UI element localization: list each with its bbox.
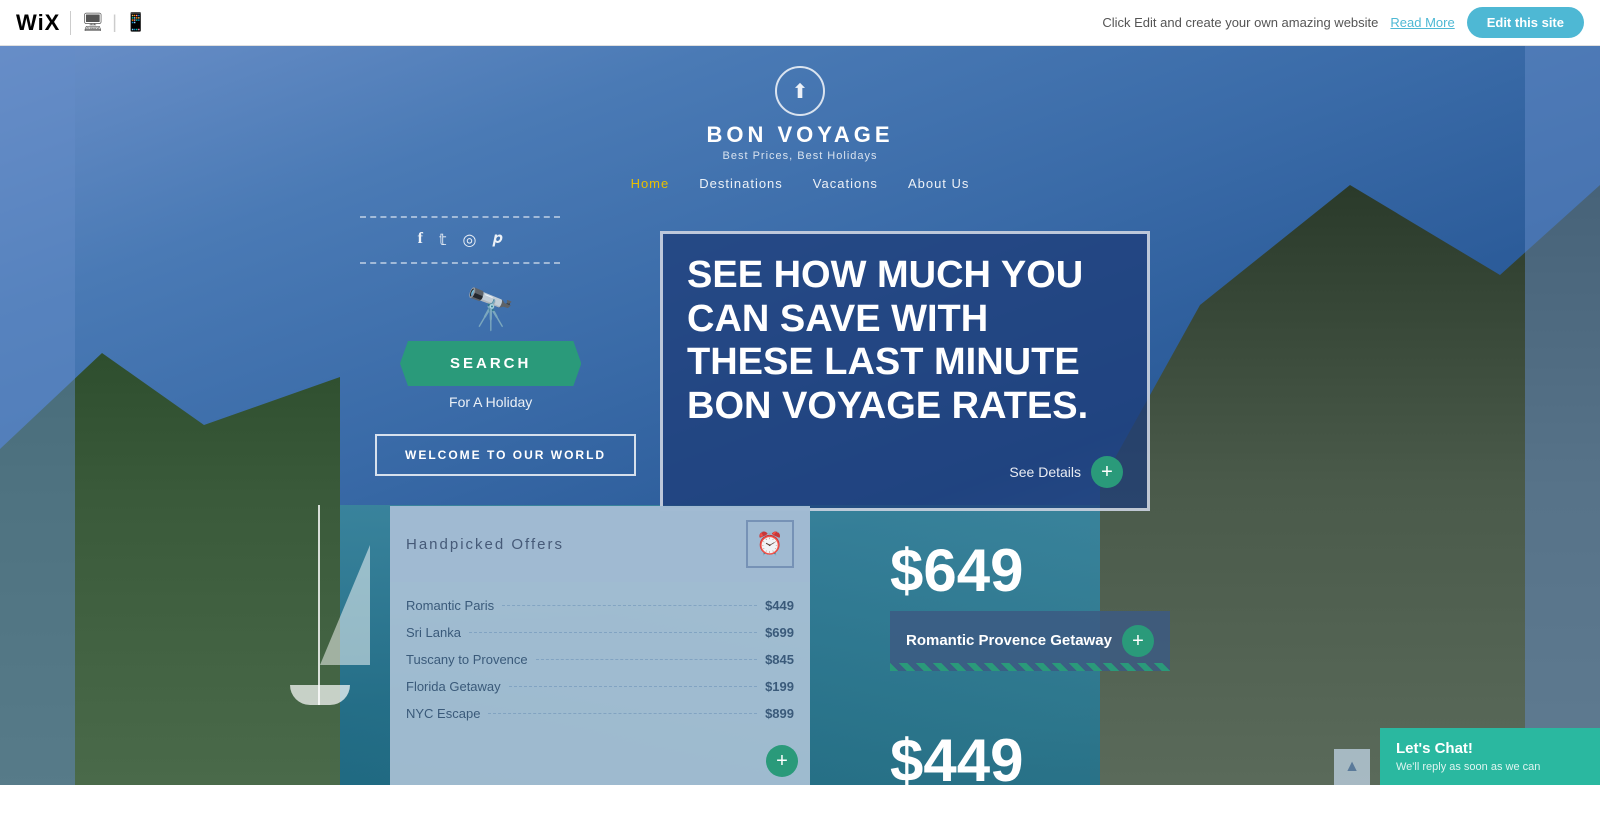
nav-destinations[interactable]: Destinations xyxy=(699,176,783,191)
read-more-link[interactable]: Read More xyxy=(1390,15,1454,30)
offer-dots xyxy=(502,605,757,606)
nav-home[interactable]: Home xyxy=(631,176,670,191)
promo-text: SEE HOW MUCH YOU CAN SAVE WITH THESE LAS… xyxy=(687,254,1123,429)
logo-area: ⬆ BON VOYAGE Best Prices, Best Holidays xyxy=(0,66,1600,162)
chat-subtitle: We'll reply as soon as we can xyxy=(1396,761,1584,773)
offer-name: Florida Getaway xyxy=(406,679,501,694)
offers-add-area: + xyxy=(390,737,810,785)
offer-name: NYC Escape xyxy=(406,706,480,721)
sailboat-hull xyxy=(290,685,350,705)
divider xyxy=(70,11,71,35)
website-area: ⬆ BON VOYAGE Best Prices, Best Holidays … xyxy=(0,46,1600,785)
search-subtitle: For A Holiday xyxy=(449,394,532,410)
edit-site-button[interactable]: Edit this site xyxy=(1467,7,1584,38)
offer-row: Tuscany to Provence $845 xyxy=(406,646,794,673)
offer-price: $199 xyxy=(765,679,794,694)
offer-dots xyxy=(469,632,757,633)
compass-icon: ⬆ xyxy=(775,66,825,116)
navigation: Home Destinations Vacations About Us xyxy=(0,176,1600,191)
offer-dots xyxy=(488,713,757,714)
brand-name: BON VOYAGE xyxy=(706,122,893,148)
desktop-icon[interactable]: 🖥 xyxy=(81,12,104,33)
search-button[interactable]: SEARCH xyxy=(400,341,581,386)
offer-price: $845 xyxy=(765,652,794,667)
provence-plus-icon[interactable]: + xyxy=(1122,625,1154,657)
nav-vacations[interactable]: Vacations xyxy=(813,176,878,191)
nav-about[interactable]: About Us xyxy=(908,176,969,191)
provence-stripes xyxy=(890,663,1170,671)
offer-price: $449 xyxy=(765,598,794,613)
welcome-button[interactable]: WELCOME TO OUR WORLD xyxy=(375,434,636,476)
pinterest-icon[interactable]: 𝒑 xyxy=(492,230,502,250)
chat-widget[interactable]: Let's Chat! We'll reply as soon as we ca… xyxy=(1380,728,1600,785)
social-icons: f 𝕥 ◎ 𝒑 xyxy=(418,230,503,250)
top-bar-right: Click Edit and create your own amazing w… xyxy=(1102,7,1584,38)
offers-title: Handpicked Offers xyxy=(406,536,564,553)
sailboat xyxy=(280,505,360,705)
offer-dots xyxy=(536,659,757,660)
offer-name: Sri Lanka xyxy=(406,625,461,640)
dashed-line-top xyxy=(360,216,560,218)
divider2: | xyxy=(112,12,117,33)
promo-box: SEE HOW MUCH YOU CAN SAVE WITH THESE LAS… xyxy=(660,231,1150,511)
wix-logo: WiX xyxy=(16,10,60,36)
binoculars-icon: 🔭 xyxy=(466,286,516,333)
mobile-icon[interactable]: 📱 xyxy=(125,12,147,33)
offers-plus-icon[interactable]: + xyxy=(766,745,798,777)
offer-row: Florida Getaway $199 xyxy=(406,673,794,700)
promo-plus-icon[interactable]: + xyxy=(1091,456,1123,488)
cta-text: Click Edit and create your own amazing w… xyxy=(1102,15,1378,30)
provence-card: Romantic Provence Getaway + xyxy=(890,611,1170,671)
instagram-icon[interactable]: ◎ xyxy=(462,230,476,250)
offer-row: Romantic Paris $449 xyxy=(406,592,794,619)
offers-list: Romantic Paris $449 Sri Lanka $699 Tusca… xyxy=(390,582,810,737)
offer-price: $899 xyxy=(765,706,794,721)
price-display: $649 xyxy=(890,536,1023,605)
provence-title: Romantic Provence Getaway xyxy=(906,631,1112,651)
chat-title: Let's Chat! xyxy=(1396,740,1584,757)
offer-dots xyxy=(509,686,757,687)
offer-name: Tuscany to Provence xyxy=(406,652,528,667)
top-bar-left: WiX 🖥 | 📱 xyxy=(16,10,147,36)
facebook-icon[interactable]: f xyxy=(418,230,423,250)
twitter-icon[interactable]: 𝕥 xyxy=(439,230,446,250)
dashed-line-bottom xyxy=(360,262,560,264)
offers-panel: Handpicked Offers ⏰ Romantic Paris $449 … xyxy=(390,506,810,785)
offer-name: Romantic Paris xyxy=(406,598,494,613)
sailboat-sail xyxy=(320,545,370,665)
see-details-link[interactable]: See Details xyxy=(1009,464,1081,480)
search-section: 🔭 SEARCH For A Holiday xyxy=(400,286,581,410)
clock-icon: ⏰ xyxy=(746,520,794,568)
price2-display: $449 xyxy=(890,726,1023,785)
offer-row: Sri Lanka $699 xyxy=(406,619,794,646)
device-icons: 🖥 | 📱 xyxy=(81,12,147,33)
scroll-up-button[interactable]: ▲ xyxy=(1334,749,1370,785)
social-area: f 𝕥 ◎ 𝒑 xyxy=(360,216,560,264)
promo-bottom: See Details + xyxy=(687,456,1123,488)
top-bar: WiX 🖥 | 📱 Click Edit and create your own… xyxy=(0,0,1600,46)
offer-row: NYC Escape $899 xyxy=(406,700,794,727)
offer-price: $699 xyxy=(765,625,794,640)
offers-header: Handpicked Offers ⏰ xyxy=(390,506,810,582)
brand-tagline: Best Prices, Best Holidays xyxy=(723,150,878,162)
